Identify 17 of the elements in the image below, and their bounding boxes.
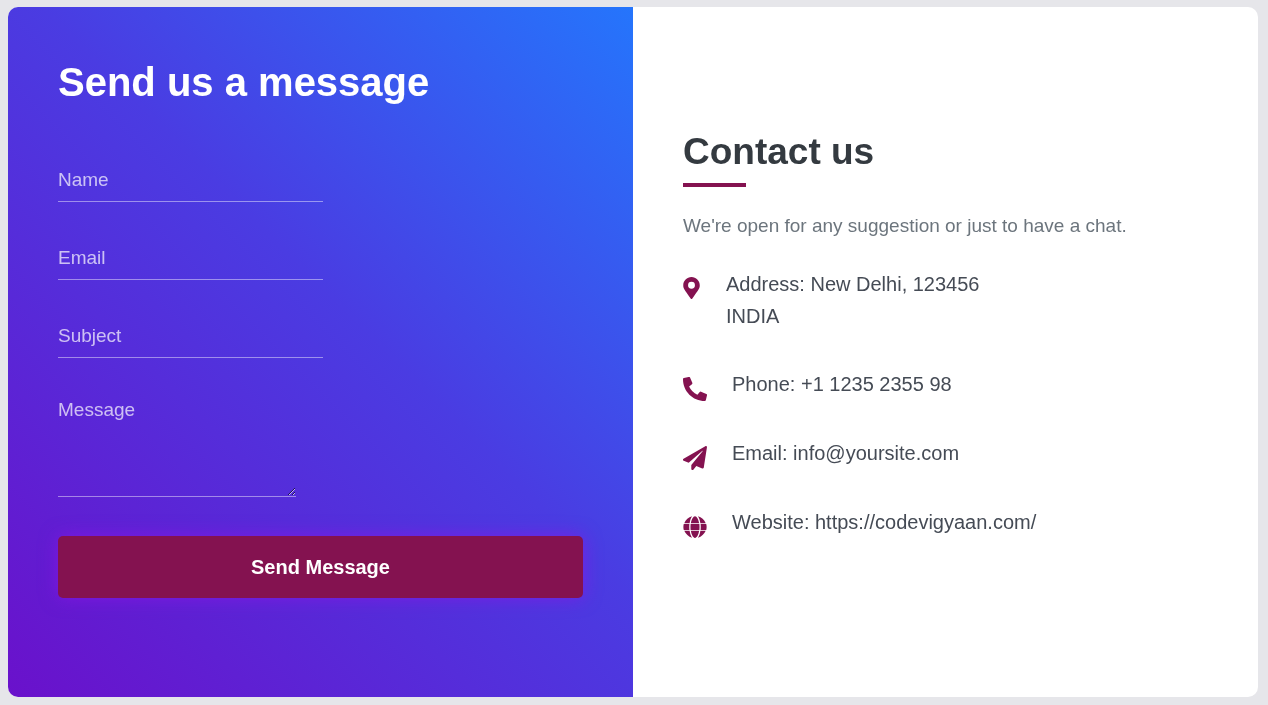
title-underline xyxy=(683,183,746,187)
phone-icon xyxy=(683,377,707,401)
contact-title: Contact us xyxy=(683,131,876,173)
input-field[interactable]: Subject xyxy=(58,319,323,358)
globe-icon xyxy=(683,515,707,539)
input-field[interactable]: Email xyxy=(58,241,323,280)
email-text: Email: info@yoursite.com xyxy=(732,441,960,466)
location-pin-icon xyxy=(683,277,700,299)
phone-text: Phone: +1 1235 2355 98 xyxy=(732,372,952,397)
message-field[interactable]: Message xyxy=(58,391,296,497)
paper-plane-icon xyxy=(683,446,707,470)
address-text: Address: New Delhi, 123456 INDIA xyxy=(726,272,980,329)
website-text: Website: https://codevigyaan.com/ xyxy=(732,510,1037,535)
send-button[interactable]: Send Message xyxy=(58,536,583,598)
input-field[interactable]: Name xyxy=(58,163,323,202)
tagline: We're open for any suggestion or just to have a chat. xyxy=(683,215,1128,237)
form-title: Send us a message xyxy=(58,59,430,105)
